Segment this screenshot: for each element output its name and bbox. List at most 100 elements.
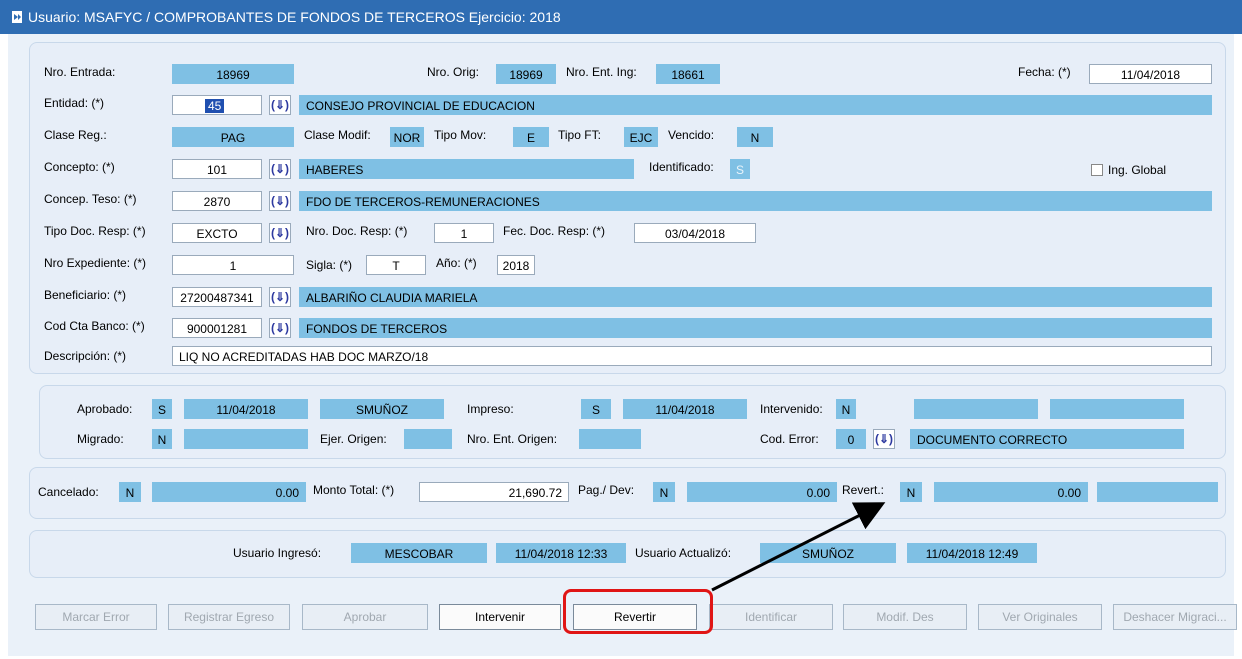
cancelado-label: Cancelado: (38, 485, 99, 499)
revertir-highlight-box (563, 589, 713, 634)
fecha-field[interactable]: 11/04/2018 (1089, 64, 1212, 84)
anio-label: Año: (*) (436, 256, 477, 270)
nro-expediente-label: Nro Expediente: (*) (44, 256, 147, 270)
entidad-lov-icon[interactable]: (⇓) (269, 95, 291, 115)
entidad-label: Entidad: (*) (44, 96, 105, 110)
usuario-ingreso-user: MESCOBAR (351, 543, 487, 563)
tipo-doc-resp-lov-icon[interactable]: (⇓) (269, 223, 291, 243)
ing-global-checkbox[interactable] (1091, 164, 1103, 176)
impreso-label: Impreso: (467, 402, 514, 416)
aprobar-button[interactable]: Aprobar (302, 604, 428, 630)
cancelado-amount: 0.00 (152, 482, 306, 502)
nro-expediente-field[interactable]: 1 (172, 255, 294, 275)
intervenido-label: Intervenido: (760, 402, 823, 416)
aprobado-label: Aprobado: (77, 402, 133, 416)
identificado-field[interactable]: S (730, 159, 750, 179)
concepto-lov-icon[interactable]: (⇓) (269, 159, 291, 179)
nro-entrada-label: Nro. Entrada: (44, 65, 116, 79)
ejer-origen-label: Ejer. Origen: (320, 432, 387, 446)
ejer-origen-field (404, 429, 452, 449)
pag-dev-label: Pag./ Dev: (578, 483, 635, 497)
clase-modif-label: Clase Modif: (304, 128, 371, 142)
usuario-ingreso-label: Usuario Ingresó: (233, 546, 322, 560)
app-icon (12, 11, 22, 23)
cod-error-desc: DOCUMENTO CORRECTO (910, 429, 1184, 449)
descripcion-label: Descripción: (*) (44, 349, 127, 363)
cod-error-lov-icon[interactable]: (⇓) (873, 429, 895, 449)
concep-teso-desc-field: FDO DE TERCEROS-REMUNERACIONES (299, 191, 1212, 211)
window-title: Usuario: MSAFYC / COMPROBANTES DE FONDOS… (28, 9, 561, 25)
fecha-label: Fecha: (*) (1018, 65, 1071, 79)
nro-ent-ing-label: Nro. Ent. Ing: (566, 65, 637, 79)
migrado-label: Migrado: (77, 432, 124, 446)
beneficiario-desc-field: ALBARIÑO CLAUDIA MARIELA (299, 287, 1212, 307)
beneficiario-lov-icon[interactable]: (⇓) (269, 287, 291, 307)
intervenido-user (1050, 399, 1184, 419)
concepto-desc-field: HABERES (299, 159, 634, 179)
concepto-label: Concepto: (*) (44, 160, 115, 174)
cod-error-field: 0 (836, 429, 866, 449)
aprobado-user: SMUÑOZ (320, 399, 444, 419)
sigla-label: Sigla: (*) (306, 258, 353, 272)
modif-des-button[interactable]: Modif. Des (843, 604, 967, 630)
cod-cta-banco-lov-icon[interactable]: (⇓) (269, 318, 291, 338)
intervenido-flag: N (836, 399, 856, 419)
descripcion-field[interactable]: LIQ NO ACREDITADAS HAB DOC MARZO/18 (172, 346, 1212, 366)
deshacer-migracion-button[interactable]: Deshacer Migraci... (1113, 604, 1237, 630)
revert-amount: 0.00 (934, 482, 1088, 502)
pag-dev-flag: N (653, 482, 675, 502)
nro-doc-resp-field[interactable]: 1 (434, 223, 494, 243)
ing-global-label: Ing. Global (1108, 163, 1167, 177)
concepto-field[interactable]: 101 (172, 159, 262, 179)
nro-doc-resp-label: Nro. Doc. Resp: (*) (306, 224, 408, 238)
ver-originales-button[interactable]: Ver Originales (978, 604, 1102, 630)
identificar-button[interactable]: Identificar (709, 604, 833, 630)
nro-orig-field[interactable]: 18969 (496, 64, 556, 84)
tipo-doc-resp-field[interactable]: EXCTO (172, 223, 262, 243)
marcar-error-button[interactable]: Marcar Error (35, 604, 157, 630)
tipo-doc-resp-label: Tipo Doc. Resp: (*) (44, 224, 146, 238)
beneficiario-field[interactable]: 27200487341 (172, 287, 262, 307)
entidad-field[interactable]: 45 (172, 95, 262, 115)
cod-error-label: Cod. Error: (760, 432, 819, 446)
nro-ent-ing-field[interactable]: 18661 (656, 64, 720, 84)
vencido-label: Vencido: (668, 128, 715, 142)
aprobado-date: 11/04/2018 (184, 399, 308, 419)
usuario-ingreso-date: 11/04/2018 12:33 (496, 543, 626, 563)
nro-orig-label: Nro. Orig: (427, 65, 480, 79)
clase-reg-label: Clase Reg.: (44, 128, 107, 142)
clase-reg-field[interactable]: PAG (172, 127, 294, 147)
revert-flag: N (900, 482, 922, 502)
concep-teso-field[interactable]: 2870 (172, 191, 262, 211)
impreso-date: 11/04/2018 (623, 399, 747, 419)
entidad-value: 45 (205, 99, 225, 113)
intervenir-button[interactable]: Intervenir (439, 604, 561, 630)
revert-extra-field (1097, 482, 1218, 502)
fec-doc-resp-label: Fec. Doc. Resp: (*) (503, 224, 606, 238)
tipo-mov-field[interactable]: E (513, 127, 549, 147)
clase-modif-field[interactable]: NOR (390, 127, 424, 147)
nro-ent-origen-field (579, 429, 641, 449)
audit-panel (29, 530, 1226, 578)
sigla-field[interactable]: T (366, 255, 426, 275)
monto-total-field[interactable]: 21,690.72 (419, 482, 569, 502)
concep-teso-lov-icon[interactable]: (⇓) (269, 191, 291, 211)
window-titlebar: Usuario: MSAFYC / COMPROBANTES DE FONDOS… (0, 0, 1242, 34)
registrar-egreso-button[interactable]: Registrar Egreso (168, 604, 290, 630)
intervenido-date (914, 399, 1038, 419)
monto-total-label: Monto Total: (*) (313, 483, 395, 497)
entidad-desc-field: CONSEJO PROVINCIAL DE EDUCACION (299, 95, 1212, 115)
identificado-label: Identificado: (649, 160, 714, 174)
fec-doc-resp-field[interactable]: 03/04/2018 (634, 223, 756, 243)
revert-label: Revert.: (842, 483, 885, 497)
migrado-flag: N (152, 429, 172, 449)
tipo-ft-label: Tipo FT: (558, 128, 601, 142)
anio-field[interactable]: 2018 (497, 255, 535, 275)
tipo-ft-field[interactable]: EJC (624, 127, 658, 147)
nro-ent-origen-label: Nro. Ent. Origen: (467, 432, 558, 446)
vencido-field[interactable]: N (737, 127, 773, 147)
nro-entrada-field[interactable]: 18969 (172, 64, 294, 84)
usuario-actualizo-user: SMUÑOZ (760, 543, 896, 563)
cod-cta-banco-field[interactable]: 900001281 (172, 318, 262, 338)
cod-cta-banco-label: Cod Cta Banco: (*) (44, 319, 145, 333)
